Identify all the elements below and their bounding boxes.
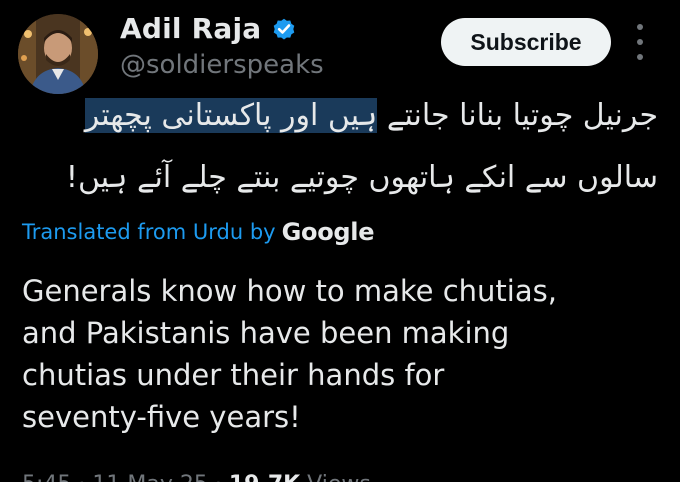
translation-attribution: Translated from Urdu by Google xyxy=(22,218,374,246)
translated-line: chutias under their hands for xyxy=(22,358,445,392)
tweet-text-highlight: ہیں اور پاکستانی پچھتر xyxy=(84,98,378,133)
author-handle[interactable]: @soldierspeaks xyxy=(120,50,324,80)
display-name[interactable]: Adil Raja xyxy=(120,12,261,45)
views-label: Views xyxy=(307,472,371,482)
google-logo: Google xyxy=(281,218,375,246)
author-name-row: Adil Raja xyxy=(120,12,297,45)
translated-line: seventy-five years! xyxy=(22,400,301,434)
avatar-image xyxy=(18,14,98,94)
more-vertical-icon[interactable] xyxy=(632,24,648,60)
avatar[interactable] xyxy=(18,14,98,94)
translated-text: Generals know how to make chutias, and P… xyxy=(22,270,662,438)
tweet-metadata: 5:45 · 11 May 25 · 19.7K Views xyxy=(22,472,371,482)
translated-from-link[interactable]: Translated from Urdu by xyxy=(22,220,276,244)
tweet-text-line-1: جرنیل چوتیا بنانا جانتے ہیں اور پاکستانی… xyxy=(18,98,658,133)
tweet-text-plain: جرنیل چوتیا بنانا جانتے xyxy=(377,98,658,133)
tweet: Adil Raja @soldierspeaks Subscribe جرنیل… xyxy=(0,0,680,482)
tweet-text-line-2: سالوں سے انکے ہاتھوں چوتیے بنتے چلے آئے … xyxy=(65,160,658,195)
subscribe-button[interactable]: Subscribe xyxy=(441,18,611,66)
translated-line: and Pakistanis have been making xyxy=(22,316,510,350)
tweet-date[interactable]: 11 May 25 xyxy=(92,472,207,482)
tweet-time[interactable]: 5:45 xyxy=(22,472,71,482)
verified-badge-icon[interactable] xyxy=(271,16,297,42)
translated-line: Generals know how to make chutias, xyxy=(22,274,557,308)
views-count: 19.7K xyxy=(229,472,300,482)
